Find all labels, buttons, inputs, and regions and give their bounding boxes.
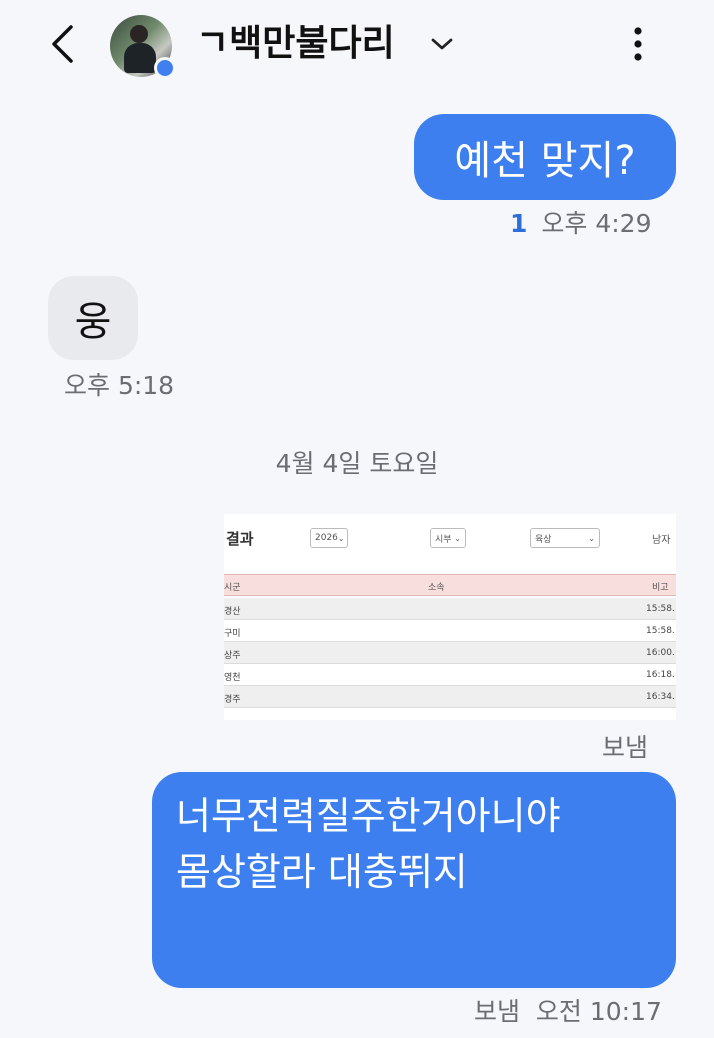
online-status-dot xyxy=(154,57,176,79)
table-row: 영천 16:18. xyxy=(224,664,676,686)
table-row: 상주 16:00. xyxy=(224,642,676,664)
more-options-button[interactable] xyxy=(620,22,656,66)
image-select-category: 육상 ⌄ xyxy=(530,528,600,548)
more-vertical-icon xyxy=(634,27,642,61)
chat-header: ㄱ백만불다리 xyxy=(0,0,714,95)
image-select-division: 시부 ⌄ xyxy=(430,528,466,548)
unread-count: 1 xyxy=(510,209,528,238)
message-status: 보냄 xyxy=(474,997,521,1026)
message-status: 보냄 xyxy=(602,733,649,762)
image-title: 결과 xyxy=(226,530,254,548)
message-text: 웅 xyxy=(74,299,112,345)
contact-dropdown-button[interactable] xyxy=(428,30,456,58)
message-text-line: 몸상할라 대충뛰지 xyxy=(176,850,468,894)
message-text-line: 너무전력질주한거아니야 xyxy=(176,794,561,838)
image-table-header: 시군 소속 비고 xyxy=(224,574,676,596)
table-row: 경주 16:34. xyxy=(224,686,676,708)
back-button[interactable] xyxy=(40,22,84,66)
chevron-down-icon xyxy=(431,38,453,50)
received-message-bubble[interactable]: 웅 xyxy=(48,276,138,360)
contact-name[interactable]: ㄱ백만불다리 xyxy=(196,22,395,66)
message-meta: 보냄 오전 10:17 xyxy=(474,992,662,1028)
chevron-left-icon xyxy=(52,25,73,63)
message-meta: 1 오후 4:29 xyxy=(510,204,652,240)
message-text: 예천 맞지? xyxy=(454,138,636,184)
date-separator: 4월 4일 토요일 xyxy=(275,449,439,478)
message-time: 오후 5:18 xyxy=(64,371,175,400)
contact-avatar[interactable] xyxy=(110,15,176,81)
message-time: 오후 4:29 xyxy=(541,209,652,238)
table-row: 경산 15:58. xyxy=(224,598,676,620)
sent-image-message[interactable]: 결과 2026 ⌄ 시부 ⌄ 육상 ⌄ 남자 시군 소속 비고 경산 15:58. 구… xyxy=(224,514,676,720)
table-row: 구미 15:58. xyxy=(224,620,676,642)
image-cut-label: 남자 xyxy=(652,535,671,546)
image-select-year: 2026 ⌄ xyxy=(310,528,348,548)
sent-message-bubble[interactable]: 예천 맞지? xyxy=(414,114,676,200)
message-time: 오전 10:17 xyxy=(535,997,662,1026)
sent-message-bubble[interactable]: 너무전력질주한거아니야 몸상할라 대충뛰지 xyxy=(152,772,676,988)
